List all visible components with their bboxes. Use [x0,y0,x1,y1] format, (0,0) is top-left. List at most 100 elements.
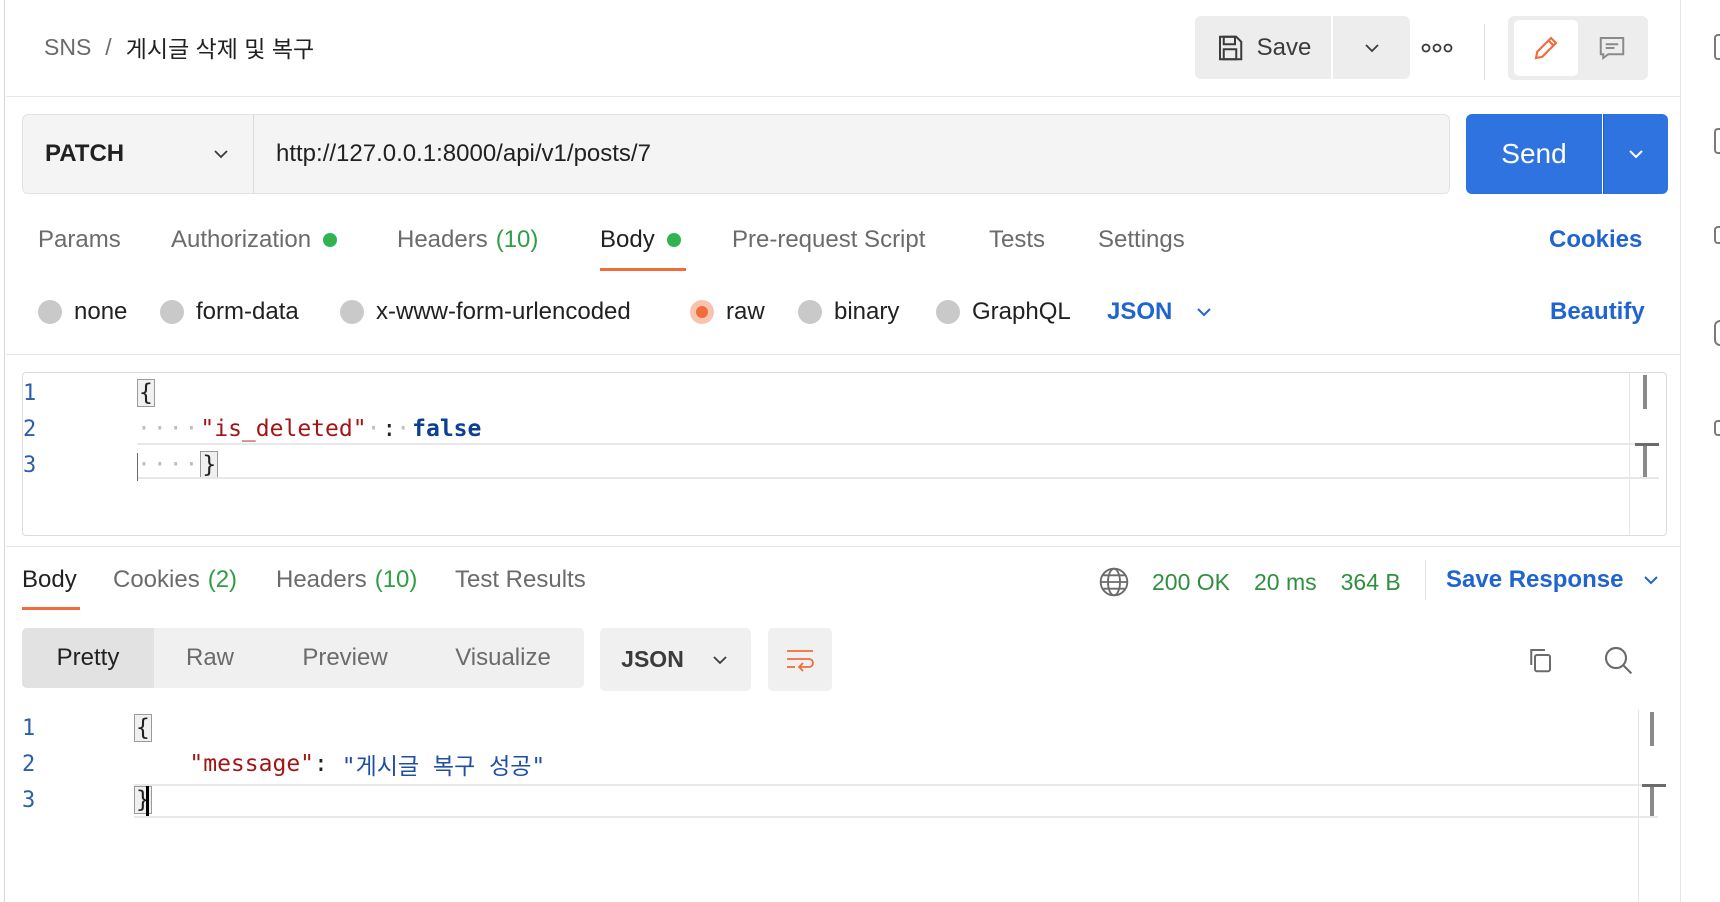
open-brace: { [134,714,152,742]
save-options-button[interactable] [1333,16,1410,79]
edit-mode-button[interactable] [1514,20,1578,76]
tab-body[interactable]: Body [600,226,681,254]
comments-button[interactable] [1582,20,1642,76]
status-code[interactable]: 200 OK [1152,569,1230,596]
method-select[interactable]: PATCH [22,114,254,194]
view-pretty[interactable]: Pretty [22,628,154,688]
comment-icon [1599,37,1625,60]
code-line: } [134,782,152,818]
tab-tests[interactable]: Tests [989,226,1045,254]
breadcrumb: SNS / 게시글 삭제 및 복구 [44,30,314,64]
response-size[interactable]: 364 B [1341,569,1401,596]
scrollbar-thumb[interactable] [1650,786,1654,816]
send-button[interactable]: Send [1466,114,1602,194]
tab-pre-request-script[interactable]: Pre-request Script [732,226,925,254]
body-type-graphql[interactable]: GraphQL [936,298,1071,326]
beautify-link[interactable]: Beautify [1550,298,1645,326]
more-actions-button[interactable] [1405,26,1469,70]
json-key: "is_deleted" [200,416,367,442]
view-raw[interactable]: Raw [154,628,266,688]
request-body-editor[interactable]: 1 2 3 { ···· "is_deleted" ·: · false ····} [22,372,1667,536]
chevron-down-icon [1629,150,1643,159]
method-value: PATCH [45,140,125,167]
text-wrap-icon [787,649,814,672]
scrollbar-marker [1635,443,1659,446]
body-type-binary[interactable]: binary [798,298,899,326]
tab-settings[interactable]: Settings [1098,226,1185,254]
line-border [137,477,1659,479]
save-response-label: Save Response [1446,566,1624,593]
tab-label: Settings [1098,226,1185,253]
url-input[interactable]: http://127.0.0.1:8000/api/v1/posts/7 [253,114,1450,194]
radio-button[interactable] [160,300,184,324]
body-type-urlencoded[interactable]: x-www-form-urlencoded [340,298,631,326]
tab-label: Body [600,226,655,253]
sidebar-edge-icon[interactable] [1714,226,1720,244]
response-format-select[interactable]: JSON [600,628,751,691]
tab-label: Tests [989,226,1046,253]
sidebar-edge-icon[interactable] [1714,128,1720,154]
chevron-down-icon [713,655,727,664]
breadcrumb-separator: / [105,33,112,60]
save-button[interactable]: Save [1195,16,1331,79]
chevron-down-icon [214,150,228,159]
line-number: 1 [22,715,36,741]
save-response-button[interactable]: Save Response [1446,566,1661,594]
view-visualize[interactable]: Visualize [440,628,566,688]
current-line-highlight [134,784,1658,786]
breadcrumb-collection[interactable]: SNS [44,34,91,61]
scrollbar-thumb[interactable] [1643,445,1647,477]
radio-button[interactable] [936,300,960,324]
body-type-form-data[interactable]: form-data [160,298,299,326]
view-preview[interactable]: Preview [280,628,410,688]
cookies-link[interactable]: Cookies [1549,226,1642,254]
radio-button[interactable] [340,300,364,324]
search-button[interactable] [1596,638,1640,682]
format-value: JSON [621,646,684,672]
json-value: false [412,416,482,442]
scrollbar-thumb[interactable] [1650,712,1654,746]
tab-params[interactable]: Params [38,226,121,254]
globe-icon[interactable] [1098,566,1130,598]
chevron-down-icon [1364,43,1379,52]
right-panel-border [1680,0,1681,902]
active-tab-indicator [22,607,80,610]
tab-headers[interactable]: Headers (10) [397,226,538,254]
json-key: "message" [189,751,315,777]
line-number: 2 [22,751,36,777]
sidebar-edge-icon[interactable] [1714,420,1720,436]
radio-button[interactable] [38,300,62,324]
language-value: JSON [1107,298,1173,325]
floppy-disk-icon [1218,35,1242,60]
indent-guide: ···· [137,452,201,478]
status-dot-icon [323,233,338,247]
close-brace: } [134,786,152,814]
send-label: Send [1501,138,1567,169]
line-number: 3 [22,787,36,813]
body-type-none[interactable]: none [38,298,127,326]
response-time[interactable]: 20 ms [1254,569,1317,596]
radio-button[interactable] [798,300,822,324]
body-type-raw[interactable]: raw [690,298,765,326]
response-tab-body[interactable]: Body [22,566,77,594]
response-tab-cookies[interactable]: Cookies (2) [113,566,237,594]
response-body-viewer[interactable]: 1 2 3 { "message": "게시글 복구 성공" } [22,710,1667,902]
response-tab-headers[interactable]: Headers (10) [276,566,417,594]
tab-label: Pre-request Script [732,226,926,253]
wrap-lines-button[interactable] [768,628,832,691]
response-tab-test-results[interactable]: Test Results [455,566,586,594]
radio-label: GraphQL [972,298,1071,325]
code-line: { [134,710,152,746]
scrollbar-thumb[interactable] [1643,375,1647,409]
json-colon: : [382,416,397,442]
radio-button-selected[interactable] [690,300,714,324]
body-language-select[interactable]: JSON [1107,298,1214,326]
copy-icon [1530,649,1551,673]
send-options-button[interactable] [1603,114,1668,194]
copy-button[interactable] [1518,638,1562,682]
request-title[interactable]: 게시글 삭제 및 복구 [126,30,314,64]
sidebar-edge-icon[interactable] [1714,34,1720,60]
sidebar-edge-icon[interactable] [1714,320,1720,346]
tab-authorization[interactable]: Authorization [171,226,338,254]
line-number: 1 [23,380,37,406]
